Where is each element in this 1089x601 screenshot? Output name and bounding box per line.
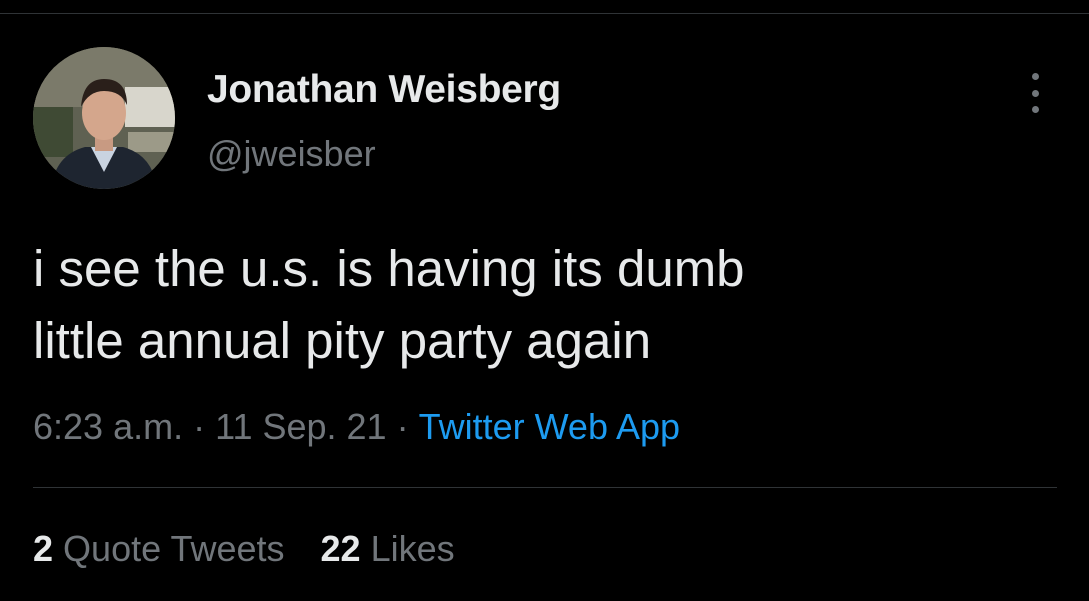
more-vertical-icon-dot (1031, 106, 1039, 113)
more-options-button[interactable] (1022, 73, 1048, 113)
tweet-text-line: little annual pity party again (33, 312, 652, 369)
tweet-metadata: 6:23 a.m. · 11 Sep. 21 · Twitter Web App (33, 406, 680, 448)
quote-tweets-count: 2 (33, 528, 54, 569)
likes-stat[interactable]: 22 Likes (321, 528, 455, 569)
likes-label: Likes (370, 528, 455, 569)
tweet-date[interactable]: 11 Sep. 21 (215, 406, 386, 447)
likes-count: 22 (320, 528, 361, 569)
tweet-source-link[interactable]: Twitter Web App (419, 406, 680, 447)
top-divider (0, 13, 1089, 14)
user-handle[interactable]: @jweisber (207, 133, 376, 175)
quote-tweets-stat[interactable]: 2 Quote Tweets (33, 528, 285, 569)
more-vertical-icon (1031, 73, 1039, 80)
display-name[interactable]: Jonathan Weisberg (207, 68, 561, 112)
avatar[interactable] (33, 47, 175, 189)
tweet-time[interactable]: 6:23 a.m. (33, 406, 183, 447)
tweet-text-line: i see the u.s. is having its dumb (33, 240, 745, 297)
separator: · (396, 406, 409, 447)
engagement-stats: 2 Quote Tweets 22 Likes (33, 528, 455, 570)
quote-tweets-label: Quote Tweets (63, 528, 285, 569)
more-vertical-icon-dot (1031, 89, 1039, 97)
tweet-text: i see the u.s. is having its dumb little… (33, 233, 1033, 377)
stats-divider (33, 487, 1057, 488)
separator: · (193, 406, 206, 447)
avatar-photo (33, 47, 175, 189)
